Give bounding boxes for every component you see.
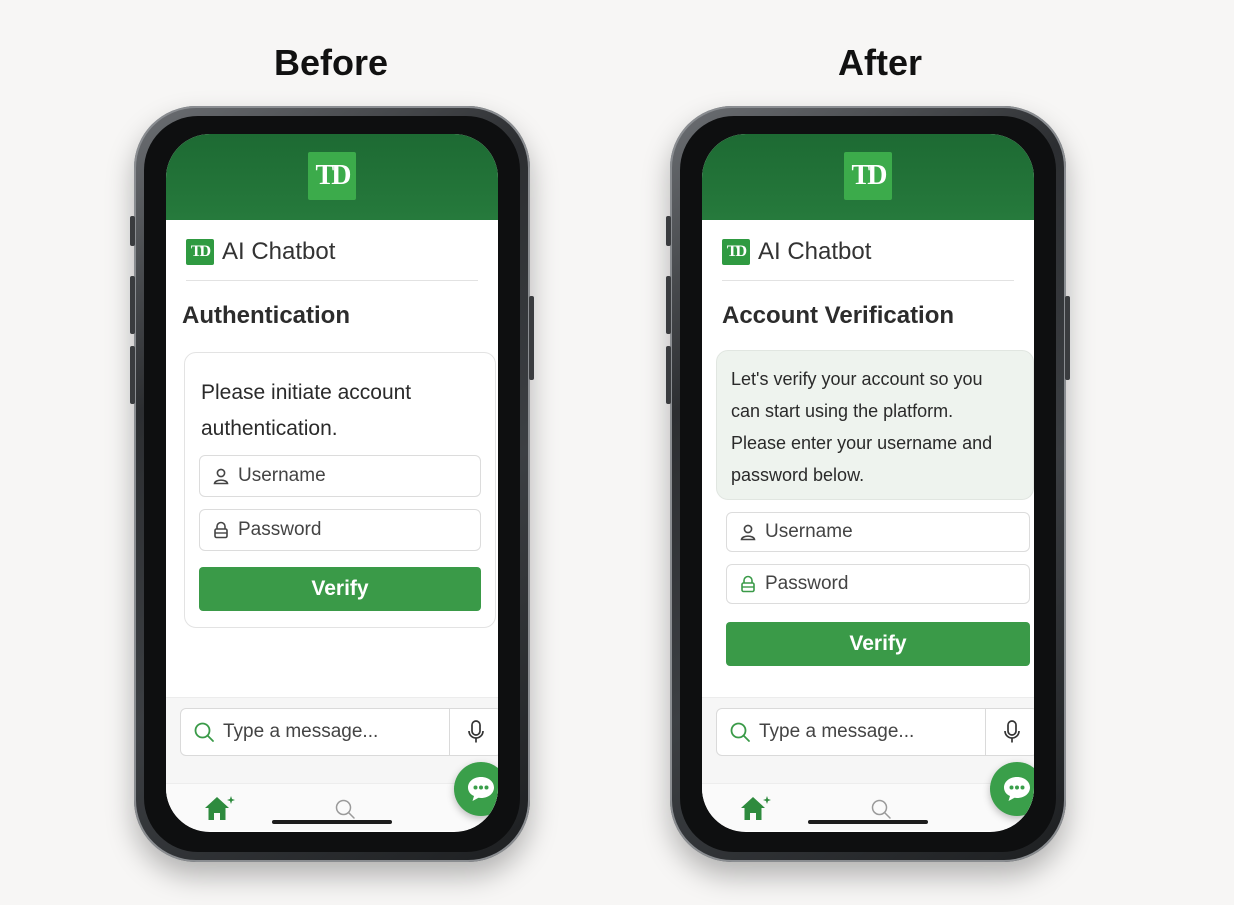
panel-title-before: Before: [273, 42, 389, 83]
verify-button[interactable]: Verify: [726, 622, 1030, 666]
page-title: Authentication: [182, 302, 350, 329]
microphone-button[interactable]: [985, 709, 1034, 755]
mute-switch: [666, 216, 671, 246]
message-line: can start using the platform.: [731, 401, 954, 421]
divider: [186, 280, 478, 281]
volume-down-button: [130, 346, 135, 404]
divider: [722, 280, 1014, 281]
password-placeholder: Password: [238, 519, 322, 540]
message-line: Please initiate account: [201, 381, 412, 404]
password-field[interactable]: Password: [726, 564, 1030, 604]
home-icon[interactable]: [202, 794, 236, 822]
panel-title-after: After: [837, 42, 922, 83]
page-title: Account Verification: [722, 302, 955, 329]
td-logo-small: TD: [186, 239, 214, 265]
brand-name: AI Chatbot: [758, 238, 872, 265]
message-line: authentication.: [201, 417, 338, 440]
message-line: Please enter your username and: [731, 433, 993, 453]
message-placeholder: Type a message...: [223, 721, 379, 742]
compose-area: Type a message...: [166, 697, 498, 783]
phone-before: TD TD AI Chatbot Authentication Please i…: [130, 106, 534, 862]
username-placeholder: Username: [765, 521, 853, 542]
home-indicator: [272, 820, 392, 824]
verify-button[interactable]: Verify: [199, 567, 481, 611]
lock-icon: [741, 575, 755, 593]
user-icon: [213, 468, 229, 485]
username-field[interactable]: Username: [726, 512, 1030, 552]
td-logo: TD: [844, 152, 892, 200]
message-line: password below.: [731, 465, 865, 485]
power-button: [1065, 296, 1070, 380]
chat-bubble-icon: [1004, 777, 1030, 801]
td-logo-small: TD: [722, 239, 750, 265]
screen: TD TD AI Chatbot Authentication Please i…: [166, 134, 498, 832]
td-logo: TD: [308, 152, 356, 200]
user-icon: [740, 524, 756, 541]
compose-area: Type a message...: [702, 697, 1034, 783]
username-placeholder: Username: [238, 465, 326, 486]
volume-up-button: [666, 276, 671, 334]
search-icon: [730, 722, 750, 742]
lock-icon: [214, 521, 228, 539]
mute-switch: [130, 216, 135, 246]
message-input[interactable]: Type a message...: [716, 708, 1034, 756]
password-field[interactable]: Password: [199, 509, 481, 551]
chat-bubble-icon: [468, 777, 494, 801]
volume-up-button: [130, 276, 135, 334]
microphone-icon: [467, 720, 484, 743]
password-placeholder: Password: [765, 573, 849, 594]
power-button: [529, 296, 534, 380]
volume-down-button: [666, 346, 671, 404]
search-icon[interactable]: [870, 798, 892, 820]
home-indicator: [808, 820, 928, 824]
app-header: TD: [166, 134, 498, 220]
brand-row: TD AI Chatbot: [186, 238, 335, 266]
search-icon: [194, 722, 214, 742]
home-icon[interactable]: [738, 794, 772, 822]
chat-message-text: Please initiate account authentication.: [201, 375, 411, 447]
phone-after: TD TD AI Chatbot Account Verification Le…: [666, 106, 1070, 862]
microphone-icon: [1003, 720, 1020, 743]
username-field[interactable]: Username: [199, 455, 481, 497]
phone-bezel: TD TD AI Chatbot Account Verification Le…: [680, 116, 1056, 852]
chat-message-card: Please initiate account authentication. …: [184, 352, 496, 628]
app-header: TD: [702, 134, 1034, 220]
chat-message-bubble: Let's verify your account so you can sta…: [716, 350, 1034, 500]
screen: TD TD AI Chatbot Account Verification Le…: [702, 134, 1034, 832]
brand-row: TD AI Chatbot: [722, 238, 871, 266]
search-icon[interactable]: [334, 798, 356, 820]
chat-message-text: Let's verify your account so you can sta…: [731, 363, 992, 491]
message-line: Let's verify your account so you: [731, 369, 983, 389]
phone-bezel: TD TD AI Chatbot Authentication Please i…: [144, 116, 520, 852]
brand-name: AI Chatbot: [222, 238, 336, 265]
message-input[interactable]: Type a message...: [180, 708, 498, 756]
microphone-button[interactable]: [449, 709, 498, 755]
message-placeholder: Type a message...: [759, 721, 915, 742]
